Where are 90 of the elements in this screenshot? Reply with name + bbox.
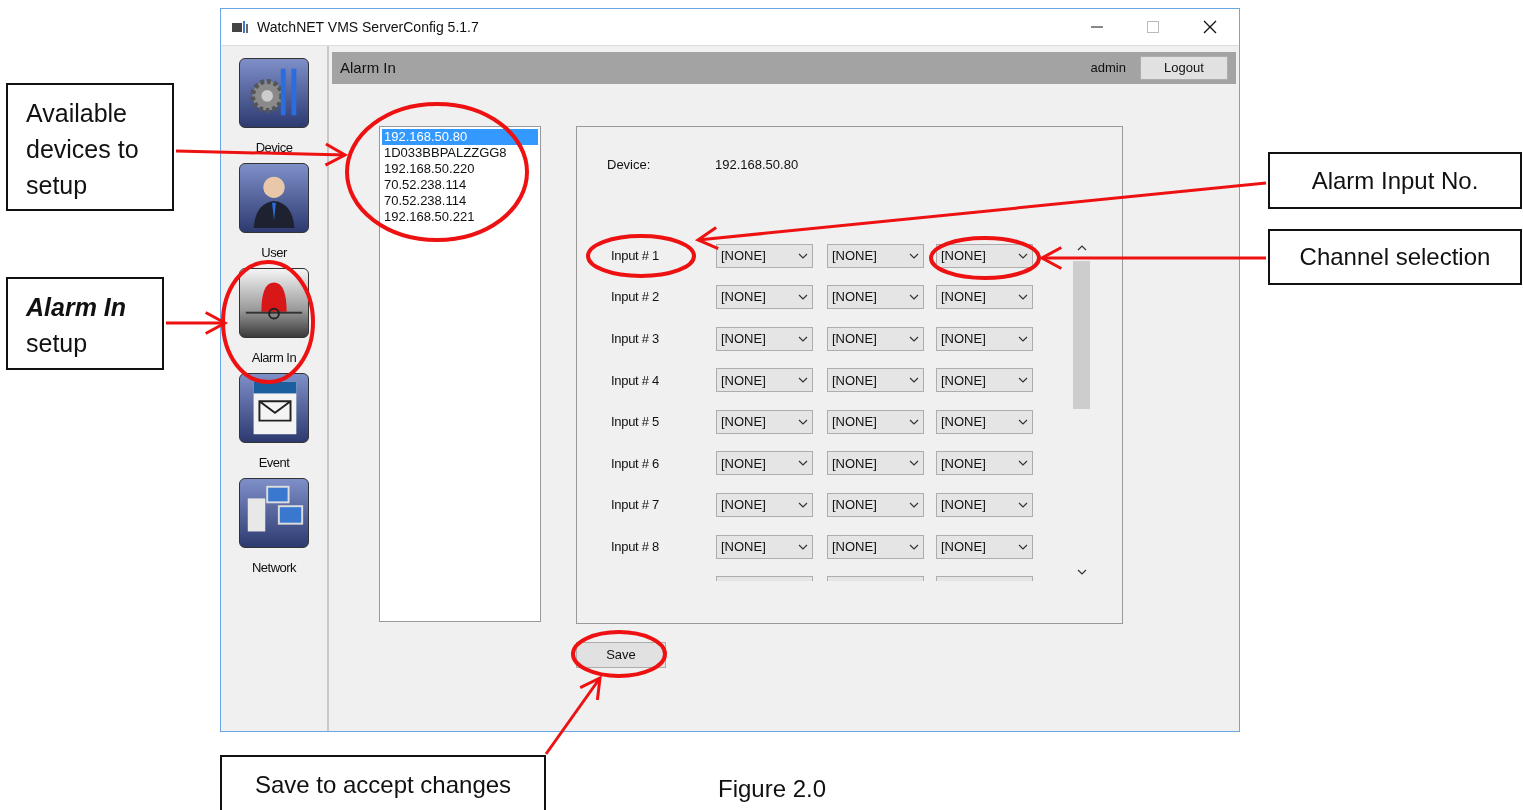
- sidebar-label[interactable]: Alarm In: [251, 348, 297, 368]
- figure-caption: Figure 2.0: [718, 774, 827, 804]
- camera-app-icon: [231, 19, 249, 35]
- channel-dropdown[interactable]: [NONE]: [936, 243, 1033, 268]
- input-label: Input # 5: [611, 413, 660, 432]
- user-name: admin: [1090, 59, 1126, 78]
- device-list-item[interactable]: 70.52.238.114: [382, 177, 538, 193]
- chevron-down-icon: [909, 460, 919, 467]
- device-label: Device:: [607, 156, 652, 174]
- chevron-down-icon: [1018, 460, 1028, 467]
- channel-dropdown[interactable]: [NONE]: [936, 493, 1033, 518]
- chevron-down-icon: [1018, 502, 1028, 509]
- device-list-item[interactable]: 192.168.50.221: [382, 209, 538, 225]
- chevron-down-icon: [909, 335, 919, 342]
- channel-dropdown[interactable]: [NONE]: [716, 409, 813, 434]
- channel-dropdown[interactable]: [NONE]: [716, 493, 813, 518]
- event-tile-icon[interactable]: [239, 373, 309, 443]
- channel-dropdown[interactable]: [NONE]: [936, 326, 1033, 351]
- chevron-down-icon: [909, 502, 919, 509]
- channel-dropdown[interactable]: [NONE]: [936, 368, 1033, 393]
- chevron-down-icon: [798, 294, 808, 301]
- channel-dropdown[interactable]: [NONE]: [936, 451, 1033, 476]
- callout-box: Available devices to setup: [6, 83, 174, 211]
- callout-text: setup: [26, 328, 89, 359]
- channel-dropdown[interactable]: [NONE]: [716, 451, 813, 476]
- chevron-down-icon: [1018, 294, 1028, 301]
- callout-box: Save to accept changes: [220, 755, 546, 810]
- chevron-down-icon: [1076, 568, 1087, 575]
- channel-dropdown[interactable]: [NONE]: [936, 534, 1033, 559]
- chevron-up-icon[interactable]: [1076, 244, 1087, 251]
- callout-box: Channel selection: [1268, 229, 1522, 285]
- channel-dropdown[interactable]: [NONE]: [827, 493, 924, 518]
- channel-dropdown[interactable]: [NONE]: [827, 285, 924, 310]
- channel-dropdown[interactable]: [NONE]: [936, 285, 1033, 310]
- chevron-down-icon: [1018, 418, 1028, 425]
- chevron-down-icon: [1018, 543, 1028, 550]
- chevron-down-icon: [1018, 377, 1028, 384]
- chevron-down-icon: [798, 252, 808, 259]
- chevron-down-icon: [798, 418, 808, 425]
- channel-dropdown[interactable]: [NONE]: [716, 285, 813, 310]
- channel-dropdown[interactable]: [NONE]: [827, 451, 924, 476]
- input-label: Input # 8: [611, 537, 660, 556]
- input-label: Input # 6: [611, 454, 660, 473]
- chevron-down-icon: [909, 543, 919, 550]
- section-title: Alarm In: [340, 57, 396, 78]
- save-button[interactable]: Save: [576, 642, 666, 668]
- logout-button[interactable]: Logout: [1140, 56, 1228, 80]
- callout-box: Alarm Input No.: [1268, 152, 1522, 209]
- input-label: Input # 4: [611, 371, 660, 390]
- chevron-down-icon: [798, 543, 808, 550]
- chevron-down-icon: [1018, 335, 1028, 342]
- window-title: WatchNET VMS ServerConfig 5.1.7: [257, 17, 479, 37]
- channel-dropdown[interactable]: [NONE]: [827, 368, 924, 393]
- close-icon[interactable]: [1203, 20, 1217, 34]
- channel-dropdown[interactable]: [NONE]: [716, 534, 813, 559]
- sidebar-label[interactable]: User: [261, 243, 287, 263]
- chevron-down-icon: [798, 502, 808, 509]
- chevron-down-icon: [909, 252, 919, 259]
- device-list-item[interactable]: 70.52.238.114: [382, 193, 538, 209]
- channel-dropdown[interactable]: [NONE]: [716, 243, 813, 268]
- channel-dropdown[interactable]: [NONE]: [936, 409, 1033, 434]
- chevron-down-icon: [909, 418, 919, 425]
- sidebar-label[interactable]: Event: [258, 453, 290, 473]
- sidebar-label[interactable]: Device: [255, 138, 293, 158]
- device-list-item[interactable]: 192.168.50.220: [382, 161, 538, 177]
- callout-arrow: [166, 311, 229, 335]
- chevron-down-icon: [909, 377, 919, 384]
- channel-dropdown[interactable]: [NONE]: [716, 368, 813, 393]
- channel-dropdown[interactable]: [NONE]: [827, 534, 924, 559]
- device-value: 192.168.50.80: [715, 156, 799, 174]
- chevron-down-icon: [909, 294, 919, 301]
- input-label: Input # 1: [611, 246, 660, 265]
- chevron-down-icon: [798, 377, 808, 384]
- input-label: Input # 7: [611, 496, 660, 515]
- channel-dropdown[interactable]: [NONE]: [827, 409, 924, 434]
- chevron-down-icon: [798, 460, 808, 467]
- callout-emphasis: Alarm In: [26, 292, 128, 323]
- chevron-down-icon: [1018, 252, 1028, 259]
- channel-dropdown[interactable]: [NONE]: [716, 326, 813, 351]
- channel-dropdown[interactable]: [NONE]: [827, 243, 924, 268]
- device-list-item[interactable]: 1D033BBPALZZGG8: [382, 145, 538, 161]
- alarm-tile-icon[interactable]: [239, 268, 309, 338]
- device-tile-icon[interactable]: [239, 58, 309, 128]
- sidebar-label[interactable]: Network: [251, 558, 297, 578]
- channel-dropdown[interactable]: [NONE]: [827, 326, 924, 351]
- network-tile-icon[interactable]: [239, 478, 309, 548]
- user-tile-icon[interactable]: [239, 163, 309, 233]
- chevron-down-icon: [798, 335, 808, 342]
- input-label: Input # 3: [611, 329, 660, 348]
- input-label: Input # 2: [611, 288, 660, 307]
